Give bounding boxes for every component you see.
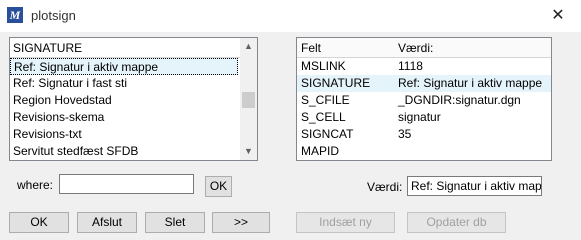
cell-felt: SIGNATURE (301, 76, 371, 90)
cell-vaerdi: 1118 (398, 59, 423, 73)
scroll-down-icon[interactable]: ▼ (240, 143, 257, 160)
table-row[interactable]: S_CELL signatur (297, 109, 551, 126)
list-item[interactable]: Revisions-txt (10, 126, 238, 143)
vaerdi-input[interactable]: Ref: Signatur i aktiv mappe (407, 176, 542, 196)
table-row[interactable]: SIGNATURE Ref: Signatur i aktiv mappe (297, 75, 551, 92)
list-item[interactable]: Servitut stedfæst SFDB (10, 143, 238, 160)
cell-vaerdi: _DGNDIR:signatur.dgn (398, 93, 521, 107)
vaerdi-label: Værdi: (367, 180, 403, 194)
listbox-header-label: SIGNATURE (13, 41, 83, 55)
table-row[interactable]: MAPID (297, 143, 551, 160)
next-button[interactable]: >> (212, 212, 270, 233)
table-header: Felt Værdi: (297, 38, 551, 58)
cell-felt: MAPID (301, 144, 340, 158)
ok-button[interactable]: OK (9, 212, 69, 233)
where-ok-button[interactable]: OK (205, 176, 232, 197)
cell-felt: S_CFILE (301, 93, 350, 107)
dialog-client: SIGNATURE Ref: Signatur i aktiv mappe Ref… (0, 32, 581, 240)
where-input[interactable] (59, 174, 194, 194)
window-title: plotsign (31, 8, 76, 23)
cell-felt: S_CELL (301, 110, 346, 124)
title-bar: M plotsign ✕ (0, 0, 581, 32)
opdater-db-button[interactable]: Opdater db (407, 212, 506, 233)
signature-listbox[interactable]: SIGNATURE Ref: Signatur i aktiv mappe Ref… (9, 37, 258, 161)
listbox-scrollbar[interactable]: ▲ ▼ (240, 38, 257, 160)
where-label: where: (17, 178, 54, 192)
list-item[interactable]: Revisions-skema (10, 109, 238, 126)
cell-felt: SIGNCAT (301, 127, 354, 141)
close-button[interactable]: ✕ (540, 2, 576, 30)
table-row[interactable]: S_CFILE _DGNDIR:signatur.dgn (297, 92, 551, 109)
cell-vaerdi: signatur (398, 110, 441, 124)
scroll-thumb[interactable] (242, 92, 255, 109)
indsaet-ny-button[interactable]: Indsæt ny (296, 212, 395, 233)
field-value-table[interactable]: Felt Værdi: MSLINK 1118 SIGNATURE Ref: Sign… (296, 37, 552, 161)
list-item[interactable]: Ref: Signatur i aktiv mappe (10, 58, 238, 75)
cell-felt: MSLINK (301, 59, 346, 73)
listbox-header: SIGNATURE (10, 38, 240, 58)
cell-vaerdi: Ref: Signatur i aktiv mappe (398, 76, 543, 90)
cell-vaerdi: 35 (398, 127, 412, 141)
list-item[interactable]: Region Hovedstad (10, 92, 238, 109)
slet-button[interactable]: Slet (145, 212, 205, 233)
table-row[interactable]: MSLINK 1118 (297, 58, 551, 75)
column-header-vaerdi: Værdi: (398, 41, 434, 55)
column-header-felt: Felt (301, 41, 322, 55)
afslut-button[interactable]: Afslut (77, 212, 137, 233)
list-item[interactable]: Ref: Signatur i fast sti (10, 75, 238, 92)
scroll-up-icon[interactable]: ▲ (240, 38, 257, 55)
microstation-icon: M (7, 7, 23, 23)
table-row[interactable]: SIGNCAT 35 (297, 126, 551, 143)
